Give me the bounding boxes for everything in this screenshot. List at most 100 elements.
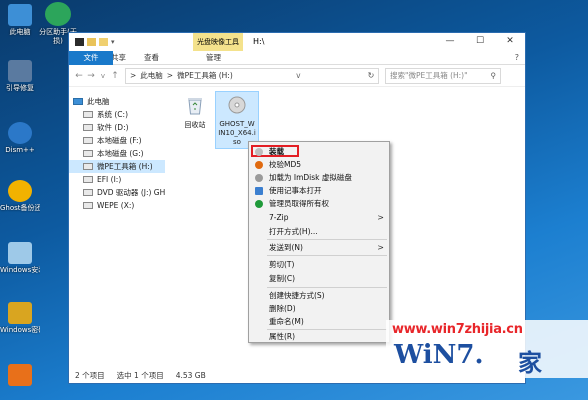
desktop-icon-dism[interactable]: Dism++ — [0, 122, 40, 155]
dvd-icon — [83, 189, 93, 196]
folder-icon[interactable] — [99, 37, 108, 46]
gear-icon — [8, 122, 32, 144]
desktop-icon-windows-password[interactable]: Windows密码修改 — [0, 302, 40, 335]
search-placeholder: 搜索"微PE工具箱 (H:)" — [390, 70, 468, 80]
disc-icon — [255, 148, 263, 156]
chevron-right-icon: > — [377, 243, 384, 252]
window-icon — [75, 37, 84, 46]
menu-item-rename[interactable]: 重命名(M) — [249, 316, 389, 328]
breadcrumb-drive[interactable]: 微PE工具箱 (H:) — [177, 70, 233, 81]
menu-item-open-with[interactable]: 打开方式(H)... — [249, 226, 389, 238]
tab-file[interactable]: 文件 — [69, 50, 113, 65]
search-icon: ⚲ — [490, 70, 497, 80]
watermark-logo: WiN7. — [394, 340, 484, 370]
watermark-url: www.win7zhijia.cn — [392, 322, 523, 337]
computer-icon — [8, 4, 32, 26]
menu-item-imdisk[interactable]: 加载为 ImDisk 虚拟磁盘 — [249, 172, 389, 184]
nav-item-drive-x[interactable]: WEPE (X:) — [69, 199, 165, 212]
disk-icon — [45, 2, 71, 26]
tab-disc-image-tools[interactable]: 光盘映像工具 — [193, 33, 243, 51]
nav-item-drive-c[interactable]: 系统 (C:) — [69, 108, 165, 121]
minimize-button[interactable]: — — [435, 33, 465, 51]
dropdown-icon[interactable]: ▾ — [111, 38, 115, 46]
disc-icon — [255, 174, 263, 182]
chevron-right-icon: > — [377, 213, 384, 222]
nav-item-drive-g[interactable]: 本地磁盘 (G:) — [69, 147, 165, 160]
drive-icon — [83, 202, 93, 209]
close-button[interactable]: ✕ — [495, 33, 525, 51]
menu-separator — [267, 287, 387, 288]
nav-item-drive-j[interactable]: DVD 驱动器 (J:) GH — [69, 186, 165, 199]
menu-item-mount[interactable]: 装载 — [249, 146, 389, 158]
breadcrumb-this-pc[interactable]: 此电脑 — [140, 70, 163, 81]
shield-icon — [255, 161, 263, 169]
breadcrumb-sep: > — [130, 71, 137, 80]
desktop-icon-partition-tool[interactable] — [0, 364, 40, 388]
tab-manage[interactable]: 管理 — [197, 51, 230, 65]
key-icon — [8, 302, 32, 324]
partition-tool-icon — [8, 364, 32, 386]
computer-icon — [73, 98, 83, 105]
drive-icon — [83, 176, 93, 183]
desktop-icon-this-pc[interactable]: 此电脑 — [0, 4, 40, 37]
disc-image-icon — [228, 96, 246, 114]
nav-item-this-pc[interactable]: 此电脑 — [69, 95, 165, 108]
drive-icon — [83, 163, 93, 170]
nav-item-drive-h[interactable]: 微PE工具箱 (H:) — [69, 160, 165, 173]
installer-icon — [8, 242, 32, 264]
refresh-icon[interactable]: ↻ — [364, 71, 378, 80]
menu-separator — [267, 255, 387, 256]
menu-item-verify-md5[interactable]: 校验MD5 — [249, 159, 389, 171]
recent-dropdown[interactable]: v — [97, 72, 109, 80]
maximize-button[interactable]: ☐ — [465, 33, 495, 51]
status-size: 4.53 GB — [175, 370, 206, 380]
navigation-pane: 此电脑 系统 (C:) 软件 (D:) 本地磁盘 (F:) 本地磁盘 (G:) … — [69, 89, 165, 367]
status-item-count: 2 个项目 — [75, 370, 105, 380]
ribbon-tabs: 文件 主页 共享 查看 管理 ? — [69, 50, 525, 65]
menu-item-send-to[interactable]: 发送到(N) > — [249, 242, 389, 254]
menu-item-create-shortcut[interactable]: 创建快捷方式(S) — [249, 290, 389, 302]
desktop-icon-windows-install[interactable]: Windows安装 — [0, 242, 40, 275]
menu-item-delete[interactable]: 删除(D) — [249, 303, 389, 315]
address-dropdown[interactable]: v — [296, 71, 300, 80]
drive-icon — [83, 111, 93, 118]
drive-icon — [83, 124, 93, 131]
desktop-icon-boot-repair[interactable]: 引导修复 — [0, 60, 40, 93]
drive-icon — [83, 137, 93, 144]
nav-item-drive-i[interactable]: EFI (I:) — [69, 173, 165, 186]
notepad-icon — [255, 187, 263, 195]
desktop: { "desktop": { "icons_left": [ {"label":… — [0, 0, 588, 400]
window-title: H:\ — [253, 37, 265, 46]
desktop-icon-ghost[interactable]: Ghost备份还原 — [0, 180, 40, 213]
up-button[interactable]: ↑ — [109, 71, 121, 81]
forward-button[interactable]: → — [85, 71, 97, 81]
file-item-recycle-bin[interactable]: 回收站 — [173, 93, 217, 133]
watermark-char: 家 — [518, 348, 542, 377]
menu-item-notepad[interactable]: 使用记事本打开 — [249, 185, 389, 197]
back-button[interactable]: ← — [73, 71, 85, 81]
address-bar[interactable]: > 此电脑 > 微PE工具箱 (H:) v ↻ — [125, 67, 379, 84]
menu-item-copy[interactable]: 复制(C) — [249, 273, 389, 285]
menu-item-cut[interactable]: 剪切(T) — [249, 259, 389, 271]
recycle-bin-icon — [188, 98, 202, 115]
menu-separator — [267, 329, 387, 330]
ghost-icon — [8, 180, 32, 202]
menu-item-take-ownership[interactable]: 管理员取得所有权 — [249, 198, 389, 210]
status-selected: 选中 1 个项目 — [116, 370, 164, 380]
menu-separator — [267, 239, 387, 240]
drive-icon — [83, 150, 93, 157]
title-bar: ▾ 光盘映像工具 H:\ — ☐ ✕ — [69, 33, 525, 51]
breadcrumb-sep: > — [166, 71, 174, 80]
nav-item-drive-d[interactable]: 软件 (D:) — [69, 121, 165, 134]
menu-item-properties[interactable]: 属性(R) — [249, 331, 389, 343]
nav-item-drive-f[interactable]: 本地磁盘 (F:) — [69, 134, 165, 147]
tab-view[interactable]: 查看 — [135, 51, 168, 65]
search-input[interactable]: 搜索"微PE工具箱 (H:)" ⚲ — [385, 67, 501, 84]
tools-icon — [8, 60, 32, 82]
address-row: ← → v ↑ > 此电脑 > 微PE工具箱 (H:) v ↻ 搜索"微PE工具… — [69, 65, 525, 87]
quick-access-icon[interactable] — [87, 37, 96, 46]
shield-icon — [255, 200, 263, 208]
help-icon[interactable]: ? — [515, 53, 519, 62]
context-menu: 装载 校验MD5 加载为 ImDisk 虚拟磁盘 使用记事本打开 管理员取得所有… — [248, 141, 390, 343]
menu-item-7zip[interactable]: 7-Zip > — [249, 212, 389, 224]
